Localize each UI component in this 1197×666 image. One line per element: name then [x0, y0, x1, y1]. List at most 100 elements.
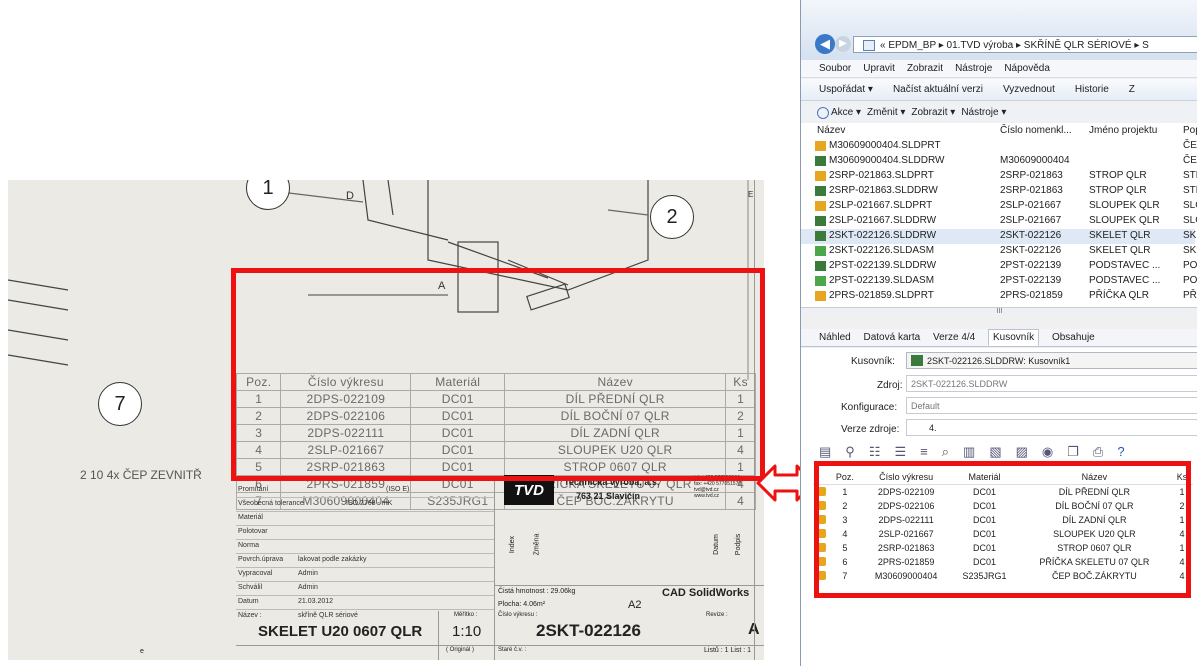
- change-menu[interactable]: Změnit ▾: [867, 107, 905, 118]
- open-icon[interactable]: ◉: [1042, 444, 1067, 459]
- actions-menu[interactable]: Akce ▾: [831, 107, 861, 118]
- file-name: M30609000404.SLDDRW: [829, 155, 945, 166]
- tab-preview[interactable]: Náhled: [819, 332, 851, 343]
- forward-button[interactable]: ▶: [835, 36, 851, 52]
- menu-tools[interactable]: Nástroje: [955, 63, 992, 74]
- view-menu[interactable]: Zobrazit ▾: [911, 107, 955, 118]
- tb-label: Datum: [238, 598, 259, 605]
- tab-bom[interactable]: Kusovník: [988, 329, 1040, 346]
- save-icon[interactable]: ▨: [1016, 444, 1042, 459]
- revision-label: Revize :: [706, 612, 728, 618]
- search-icon[interactable]: ⌕: [942, 444, 963, 459]
- organize-button[interactable]: Uspořádat ▾: [819, 84, 873, 95]
- tree-icon[interactable]: ☷: [869, 444, 895, 459]
- file-name: 2SRP-021863.SLDPRT: [829, 170, 934, 181]
- file-row[interactable]: M30609000404.SLDPRT ČEI: [815, 139, 1197, 154]
- help-icon[interactable]: ?: [1117, 444, 1138, 459]
- sheet-count: Listů : 1 List : 1: [704, 647, 752, 654]
- file-name: 2SLP-021667.SLDPRT: [829, 200, 933, 211]
- link-icon[interactable]: ⚲: [845, 444, 869, 459]
- tb-value: lakovat podle zakázky: [298, 556, 367, 563]
- check-out-button[interactable]: Vyzvednout: [1003, 84, 1055, 95]
- source-label: Zdroj:: [877, 380, 903, 391]
- assembly-file-icon: [815, 276, 826, 286]
- file-name: 2SKT-022126.SLDASM: [829, 245, 935, 256]
- file-row[interactable]: 2SRP-021863.SLDDRW 2SRP-021863 STROP QLR ST…: [815, 184, 1197, 199]
- file-row[interactable]: 2SRP-021863.SLDPRT 2SRP-021863 STROP QLR ST…: [815, 169, 1197, 184]
- export-icon[interactable]: ▧: [989, 444, 1015, 459]
- scale-value: 1:10: [452, 623, 482, 640]
- copy-icon[interactable]: ❐: [1067, 444, 1093, 459]
- title-block: Promítání (ISO E) Všeobecná tolerance ISO …: [140, 475, 764, 660]
- file-row[interactable]: 2PST-022139.SLDDRW 2PST-022139 PODSTAVEC .…: [815, 259, 1197, 274]
- tab-versions[interactable]: Verze 4/4: [933, 332, 975, 343]
- part-file-icon: [815, 201, 826, 211]
- file-description: STF: [1183, 170, 1197, 181]
- tab-contains[interactable]: Obsahuje: [1052, 332, 1095, 343]
- columns-icon[interactable]: ▥: [963, 444, 989, 459]
- signature-label: Podpis: [735, 533, 743, 556]
- original-note: ( Originál ): [446, 647, 475, 653]
- col-number[interactable]: Číslo nomenkl...: [1000, 125, 1072, 136]
- file-name: 2PST-022139.SLDASM: [829, 275, 935, 286]
- file-description: STF: [1183, 185, 1197, 196]
- print-icon[interactable]: ⎙: [1093, 444, 1117, 459]
- address-bar[interactable]: « EPDM_BP ▸ 01.TVD výroba ▸ SKŘÍNĚ QLR S…: [853, 36, 1197, 53]
- part-file-icon: [815, 171, 826, 181]
- col-description[interactable]: Pop: [1183, 125, 1197, 136]
- col-project[interactable]: Jméno projektu: [1089, 125, 1157, 136]
- menu-help[interactable]: Nápověda: [1004, 63, 1050, 74]
- menu-file[interactable]: Soubor: [819, 63, 851, 74]
- col-name[interactable]: Název: [817, 125, 845, 136]
- file-row[interactable]: 2SLP-021667.SLDPRT 2SLP-021667 SLOUPEK QLR…: [815, 199, 1197, 214]
- bom-type-icon[interactable]: ▤: [819, 444, 845, 459]
- tools-menu[interactable]: Nástroje ▾: [961, 107, 1006, 118]
- indent-icon[interactable]: ☰: [894, 444, 920, 459]
- tb-row-date: Datum 21.03.2012: [236, 597, 494, 610]
- tb-value: (ISO E): [386, 486, 410, 493]
- get-latest-button[interactable]: Načíst aktuální verzi: [893, 84, 983, 95]
- horizontal-scrollbar[interactable]: III: [801, 307, 1197, 318]
- tb-label: Vypracoval: [238, 570, 273, 577]
- file-row[interactable]: M30609000404.SLDDRW M30609000404 ČEI: [815, 154, 1197, 169]
- list-icon[interactable]: ≡: [920, 444, 942, 459]
- tb-row-drawn: Vypracoval Admin: [236, 569, 494, 582]
- file-description: PŘÍ: [1183, 290, 1197, 301]
- file-row[interactable]: 2SLP-021667.SLDDRW 2SLP-021667 SLOUPEK QLR…: [815, 214, 1197, 229]
- source-field[interactable]: 2SKT-022126.SLDDRW: [906, 375, 1197, 392]
- drawing-bom-highlight: [231, 268, 765, 481]
- file-project: SKELET QLR: [1089, 245, 1151, 256]
- sheet-format: A2: [628, 599, 642, 611]
- tab-data-card[interactable]: Datová karta: [863, 332, 920, 343]
- drawing-file-icon: [815, 156, 826, 166]
- zone-label-e: E: [748, 190, 754, 199]
- source-value: 2SKT-022126.SLDDRW: [911, 379, 1008, 389]
- file-number: 2PST-022139: [1000, 260, 1062, 271]
- file-name: 2PRS-021859.SLDPRT: [829, 290, 934, 301]
- file-row[interactable]: 2SKT-022126.SLDDRW 2SKT-022126 SKELET QLR S…: [801, 229, 1197, 244]
- file-row[interactable]: 2SKT-022126.SLDASM 2SKT-022126 SKELET QLR S…: [815, 244, 1197, 259]
- file-project: STROP QLR: [1089, 185, 1147, 196]
- part-file-icon: [815, 141, 826, 151]
- company-address: 763 21 Slavičín: [576, 491, 641, 501]
- source-version-field[interactable]: 4.: [906, 419, 1197, 436]
- bom-icon: [911, 355, 923, 366]
- tb-row-tolerance: Všeobecná tolerance ISO 2768 - mK: [236, 499, 494, 512]
- old-number-label: Staré č.v. :: [498, 647, 527, 653]
- actions-icon: [817, 107, 829, 119]
- back-button[interactable]: ◀: [815, 34, 835, 54]
- history-button[interactable]: Historie: [1075, 84, 1109, 95]
- file-name: 2SLP-021667.SLDDRW: [829, 215, 937, 226]
- menu-view[interactable]: Zobrazit: [907, 63, 943, 74]
- configuration-field[interactable]: Default: [906, 397, 1197, 414]
- file-description: SKE: [1183, 230, 1197, 241]
- tb-row-projection: Promítání (ISO E): [236, 485, 494, 498]
- tb-row-approved: Schválil Admin: [236, 583, 494, 596]
- file-description: ČEI: [1183, 155, 1197, 166]
- bom-select[interactable]: 2SKT-022126.SLDDRW: Kusovník1: [906, 352, 1197, 369]
- file-row[interactable]: 2PRS-021859.SLDPRT 2PRS-021859 PŘÍČKA QLR P…: [815, 289, 1197, 304]
- more-button[interactable]: Z: [1129, 84, 1135, 95]
- file-row[interactable]: 2PST-022139.SLDASM 2PST-022139 PODSTAVEC .…: [815, 274, 1197, 289]
- configuration-label: Konfigurace:: [841, 402, 898, 413]
- menu-edit[interactable]: Upravit: [863, 63, 895, 74]
